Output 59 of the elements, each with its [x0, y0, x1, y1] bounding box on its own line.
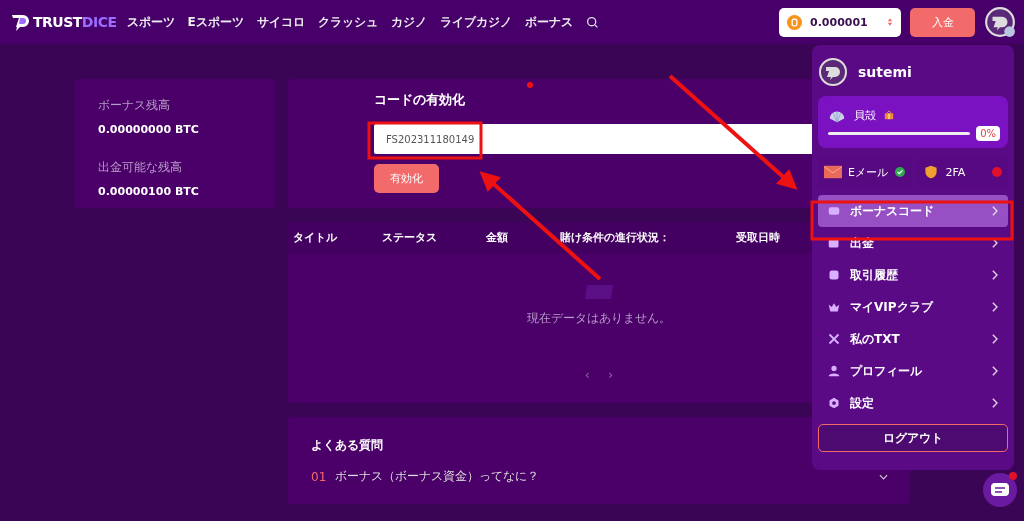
- nav-link[interactable]: Eスポーツ: [187, 13, 244, 31]
- empty-message: 現在データはありません。: [527, 310, 671, 327]
- balance-label: 出金可能な残高: [98, 159, 183, 176]
- empty-box-icon: [584, 284, 614, 300]
- progress-reading: 0%: [976, 126, 1000, 141]
- logo-icon: [10, 12, 30, 32]
- menu-icon: [828, 269, 840, 281]
- chat-icon[interactable]: [980, 470, 1020, 510]
- logout-button[interactable]: ログアウト: [818, 424, 1008, 452]
- balance-value: 0.00000000 BTC: [98, 123, 200, 136]
- nav-link[interactable]: ライブカジノ: [439, 13, 512, 31]
- column-header: ステータス: [382, 231, 437, 245]
- security-item[interactable]: Eメール: [818, 157, 911, 187]
- menu-item[interactable]: マイVIPクラブ: [818, 291, 1008, 323]
- column-header: 賭け条件の進行状況：: [560, 231, 670, 245]
- menu-item[interactable]: 取引履歴: [818, 259, 1008, 291]
- chevron-right-icon: [991, 270, 998, 280]
- nav-link[interactable]: カジノ: [390, 13, 427, 31]
- faq-item[interactable]: 01 ボーナス（ボーナス資金）ってなに？: [311, 468, 888, 485]
- column-header: 金額: [486, 231, 508, 245]
- vip-card[interactable]: 貝殻 0%: [818, 96, 1008, 148]
- bitcoin-icon: [787, 14, 802, 30]
- menu-item[interactable]: プロフィール: [818, 355, 1008, 387]
- avatar-icon[interactable]: [984, 6, 1016, 38]
- section-title: コードの有効化: [374, 91, 465, 109]
- search-icon[interactable]: [585, 15, 599, 29]
- chevron-right-icon: [991, 398, 998, 408]
- chevron-right-icon: [991, 366, 998, 376]
- nav-link[interactable]: クラッシュ: [317, 13, 378, 31]
- logo-text[interactable]: TRUSTDICE: [33, 14, 117, 30]
- security-item[interactable]: 2FA: [915, 157, 1008, 187]
- menu-item[interactable]: 設定: [818, 387, 1008, 419]
- nav-link[interactable]: ボーナス: [524, 13, 573, 31]
- menu-icon: [828, 365, 840, 377]
- menu-icon: [828, 397, 840, 409]
- gift-icon: [884, 110, 894, 120]
- menu-item[interactable]: 私のTXT: [818, 323, 1008, 355]
- balance-label: ボーナス残高: [98, 97, 171, 114]
- column-header: タイトル: [293, 231, 337, 245]
- chevron-right-icon: [991, 206, 998, 216]
- chevron-right-icon: [991, 334, 998, 344]
- avatar-icon: [818, 57, 848, 87]
- nav-link[interactable]: サイコロ: [256, 13, 305, 31]
- chevron-right-icon: [991, 238, 998, 248]
- sort-icon: [887, 17, 893, 27]
- envelope-icon: [824, 165, 842, 179]
- username: sutemi: [858, 64, 912, 80]
- nav-link[interactable]: スポーツ: [126, 13, 175, 31]
- chevron-down-icon: [879, 473, 888, 480]
- faq-title: よくある質問: [311, 437, 384, 454]
- menu-icon: [828, 301, 840, 313]
- vip-rank: 貝殻: [854, 107, 876, 123]
- notification-dot: [527, 82, 533, 88]
- currency-selector[interactable]: 0.000001: [779, 7, 901, 37]
- balance-value: 0.00000100 BTC: [98, 185, 200, 198]
- menu-icon: [828, 333, 840, 345]
- menu-icon: [828, 205, 840, 217]
- column-header: 受取日時: [736, 231, 780, 245]
- chevron-right-icon: [991, 302, 998, 312]
